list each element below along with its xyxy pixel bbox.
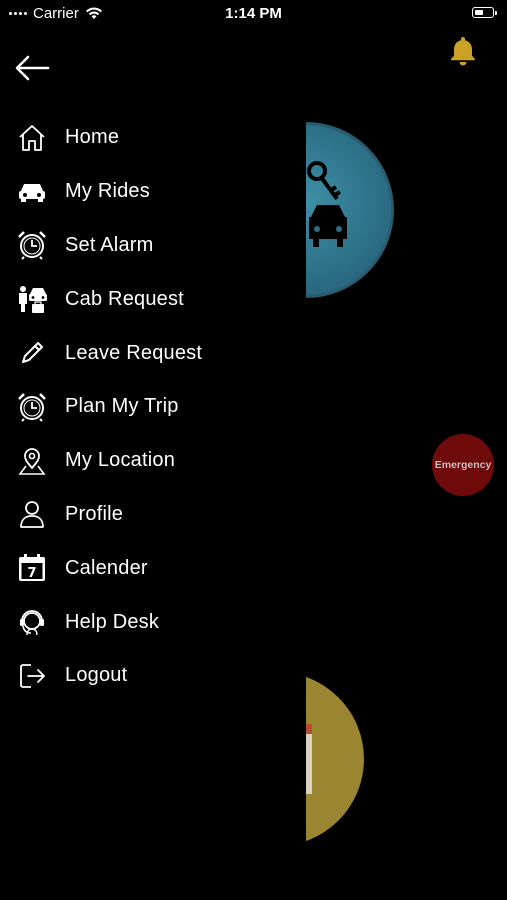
- alarm-clock-icon: [16, 391, 48, 423]
- menu-item-plan-my-trip[interactable]: Plan My Trip: [0, 380, 306, 434]
- menu-item-set-alarm[interactable]: Set Alarm: [0, 219, 306, 273]
- gold-circle-button[interactable]: [306, 672, 364, 846]
- rides-circle-button[interactable]: [306, 122, 394, 298]
- side-menu: Home My Rides Set Alarm Cab Request Leav…: [0, 111, 306, 703]
- menu-label: Plan My Trip: [65, 395, 179, 418]
- alarm-clock-icon: [16, 229, 48, 261]
- menu-item-logout[interactable]: Logout: [0, 649, 306, 703]
- emergency-button[interactable]: Emergency: [432, 434, 494, 496]
- menu-label: Logout: [65, 664, 128, 687]
- menu-item-my-rides[interactable]: My Rides: [0, 165, 306, 219]
- menu-label: My Rides: [65, 180, 150, 203]
- menu-label: My Location: [65, 449, 176, 472]
- location-pin-icon: [16, 445, 48, 477]
- menu-item-profile[interactable]: Profile: [0, 488, 306, 542]
- user-icon: [16, 498, 48, 530]
- menu-item-help-desk[interactable]: Help Desk: [0, 595, 306, 649]
- menu-label: Profile: [65, 502, 124, 525]
- cab-request-icon: [16, 283, 48, 315]
- menu-label: Cab Request: [65, 287, 184, 310]
- menu-label: Calender: [65, 556, 148, 579]
- calendar-badge: 7: [27, 566, 36, 581]
- pencil-icon: [16, 337, 48, 369]
- menu-label: Set Alarm: [65, 233, 154, 256]
- menu-label: Help Desk: [65, 610, 160, 633]
- menu-item-home[interactable]: Home: [0, 111, 306, 165]
- gold-circle-graphic: [306, 724, 312, 794]
- menu-item-leave-request[interactable]: Leave Request: [0, 326, 306, 380]
- car-icon: [16, 176, 48, 208]
- menu-label: Leave Request: [65, 341, 203, 364]
- menu-item-cab-request[interactable]: Cab Request: [0, 272, 306, 326]
- home-icon: [16, 122, 48, 154]
- menu-item-calender[interactable]: 7 Calender: [0, 541, 306, 595]
- menu-item-my-location[interactable]: My Location: [0, 434, 306, 488]
- car-key-icon: [307, 161, 347, 247]
- back-arrow-icon[interactable]: [12, 52, 52, 84]
- calendar-icon: 7: [16, 552, 48, 584]
- background-home-screen: Emergency: [306, 0, 507, 900]
- headset-icon: [16, 606, 48, 638]
- logout-icon: [16, 660, 48, 692]
- menu-label: Home: [65, 126, 120, 149]
